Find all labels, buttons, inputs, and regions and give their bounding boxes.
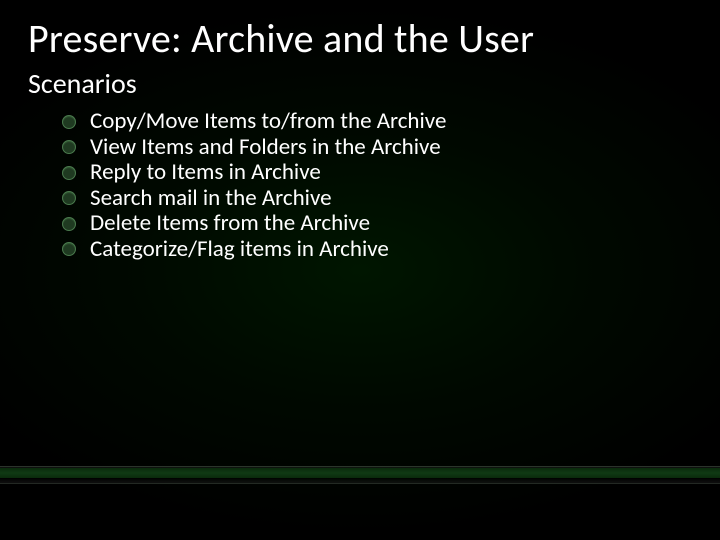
slide: Preserve: Archive and the User Scenarios… <box>0 0 720 540</box>
bullet-icon <box>62 191 76 205</box>
list-item: View Items and Folders in the Archive <box>62 136 680 159</box>
footer-divider <box>0 466 720 484</box>
bullet-icon <box>62 115 76 129</box>
bullet-text: Search mail in the Archive <box>90 187 332 210</box>
bullet-list: Copy/Move Items to/from the Archive View… <box>62 110 680 263</box>
bullet-text: Delete Items from the Archive <box>90 212 370 235</box>
list-item: Reply to Items in Archive <box>62 161 680 184</box>
bullet-text: Categorize/Flag items in Archive <box>90 238 389 261</box>
list-item: Delete Items from the Archive <box>62 212 680 235</box>
list-item: Copy/Move Items to/from the Archive <box>62 110 680 133</box>
list-item: Search mail in the Archive <box>62 187 680 210</box>
bullet-icon <box>62 217 76 231</box>
bullet-text: Reply to Items in Archive <box>90 161 321 184</box>
bullet-icon <box>62 242 76 256</box>
list-item: Categorize/Flag items in Archive <box>62 238 680 261</box>
slide-title: Preserve: Archive and the User <box>28 14 534 63</box>
bullet-text: Copy/Move Items to/from the Archive <box>90 110 446 133</box>
slide-subtitle: Scenarios <box>28 66 137 101</box>
bullet-icon <box>62 140 76 154</box>
bullet-icon <box>62 166 76 180</box>
bullet-text: View Items and Folders in the Archive <box>90 136 441 159</box>
